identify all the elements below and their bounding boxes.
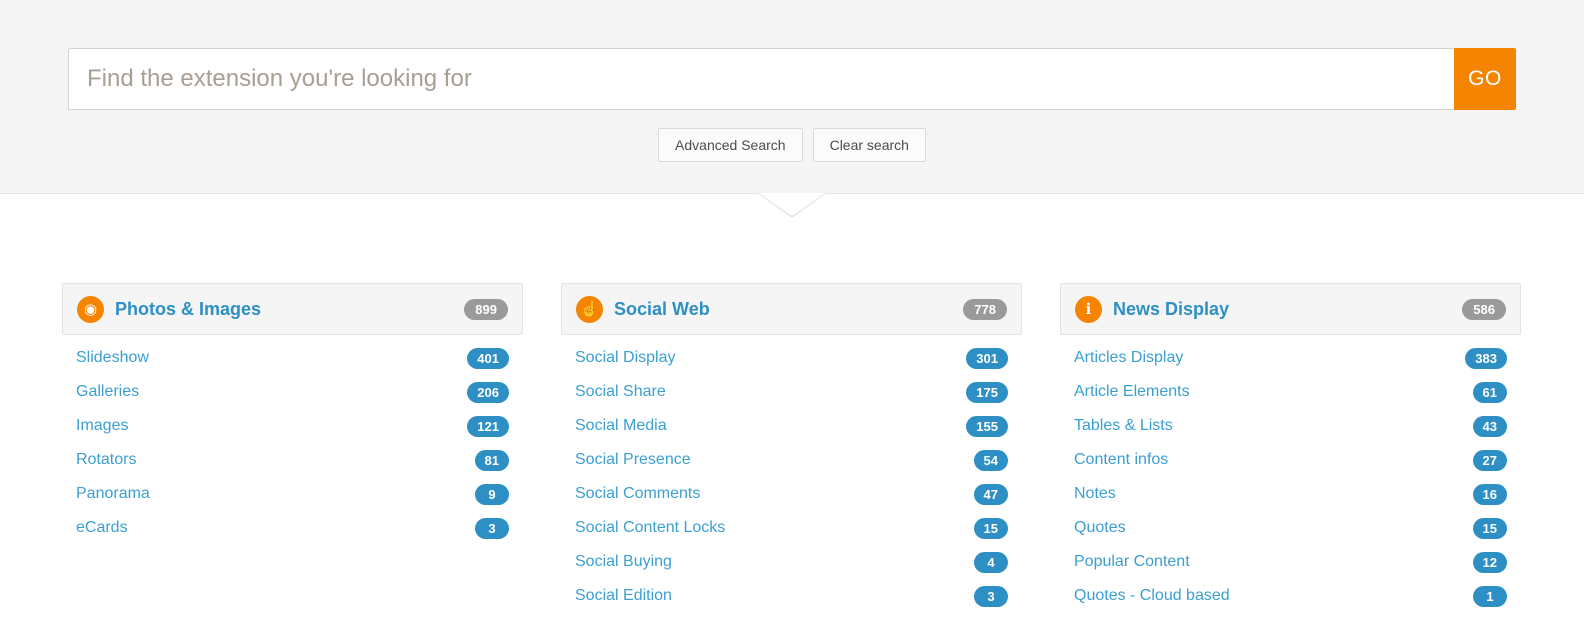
subcategory-label[interactable]: Images xyxy=(76,417,467,435)
subcategory-list: Articles Display 383 Article Elements 61… xyxy=(1060,341,1521,613)
subcategory-label[interactable]: Panorama xyxy=(76,485,475,503)
list-item[interactable]: Tables & Lists 43 xyxy=(1060,409,1521,443)
list-item[interactable]: Rotators 81 xyxy=(62,443,523,477)
subcategory-label[interactable]: Notes xyxy=(1074,485,1473,503)
subcategory-label[interactable]: Articles Display xyxy=(1074,349,1465,367)
subcategory-label[interactable]: Galleries xyxy=(76,383,467,401)
category-column-social-web: ☝ Social Web 778 Social Display 301 Soci… xyxy=(561,283,1022,613)
search-go-button[interactable]: GO xyxy=(1454,48,1516,110)
subcategory-count-badge: 54 xyxy=(973,449,1008,471)
subcategory-count-badge: 27 xyxy=(1472,449,1507,471)
subcategory-count-badge: 121 xyxy=(467,415,509,437)
list-item[interactable]: Social Buying 4 xyxy=(561,545,1022,579)
list-item[interactable]: Slideshow 401 xyxy=(62,341,523,375)
list-item[interactable]: Social Media 155 xyxy=(561,409,1022,443)
subcategory-label[interactable]: Social Presence xyxy=(575,451,974,469)
subcategory-label[interactable]: Popular Content xyxy=(1074,553,1473,571)
subcategory-count-badge: 15 xyxy=(1472,517,1507,539)
subcategory-count-badge: 3 xyxy=(475,517,509,539)
subcategory-label[interactable]: Article Elements xyxy=(1074,383,1473,401)
subcategory-list: Slideshow 401 Galleries 206 Images 121 R… xyxy=(62,341,523,545)
subcategory-label[interactable]: Social Media xyxy=(575,417,966,435)
subcategory-label[interactable]: Quotes - Cloud based xyxy=(1074,587,1473,605)
subcategory-count-badge: 206 xyxy=(467,381,509,403)
subcategory-label[interactable]: Social Comments xyxy=(575,485,974,503)
search-input[interactable] xyxy=(68,48,1454,110)
list-item[interactable]: Social Display 301 xyxy=(561,341,1022,375)
category-column-news-display: ℹ News Display 586 Articles Display 383 … xyxy=(1060,283,1521,613)
search-row: GO xyxy=(68,0,1516,110)
list-item[interactable]: Article Elements 61 xyxy=(1060,375,1521,409)
subcategory-count-badge: 175 xyxy=(966,381,1008,403)
subcategory-label[interactable]: Quotes xyxy=(1074,519,1473,537)
subcategory-label[interactable]: Content infos xyxy=(1074,451,1473,469)
subcategory-count-badge: 43 xyxy=(1472,415,1507,437)
list-item[interactable]: eCards 3 xyxy=(62,511,523,545)
subcategory-label[interactable]: Social Buying xyxy=(575,553,974,571)
list-item[interactable]: Social Edition 3 xyxy=(561,579,1022,613)
category-title[interactable]: Photos & Images xyxy=(115,299,464,320)
category-columns: ◉ Photos & Images 899 Slideshow 401 Gall… xyxy=(62,194,1522,613)
category-count-badge: 586 xyxy=(1462,298,1506,320)
subcategory-count-badge: 4 xyxy=(974,551,1008,573)
list-item[interactable]: Social Content Locks 15 xyxy=(561,511,1022,545)
list-item[interactable]: Social Share 175 xyxy=(561,375,1022,409)
list-item[interactable]: Panorama 9 xyxy=(62,477,523,511)
list-item[interactable]: Galleries 206 xyxy=(62,375,523,409)
subcategory-label[interactable]: eCards xyxy=(76,519,475,537)
category-header-photos-images[interactable]: ◉ Photos & Images 899 xyxy=(62,283,523,335)
subcategory-count-badge: 1 xyxy=(1473,585,1507,607)
subcategory-count-badge: 47 xyxy=(973,483,1008,505)
clear-search-button[interactable]: Clear search xyxy=(812,128,926,162)
subcategory-count-badge: 401 xyxy=(467,347,509,369)
subcategory-label[interactable]: Rotators xyxy=(76,451,475,469)
category-title[interactable]: Social Web xyxy=(614,299,963,320)
list-item[interactable]: Notes 16 xyxy=(1060,477,1521,511)
subcategory-label[interactable]: Social Display xyxy=(575,349,966,367)
list-item[interactable]: Quotes - Cloud based 1 xyxy=(1060,579,1521,613)
subcategory-count-badge: 3 xyxy=(974,585,1008,607)
camera-icon: ◉ xyxy=(77,295,104,323)
list-item[interactable]: Content infos 27 xyxy=(1060,443,1521,477)
search-actions: Advanced Search Clear search xyxy=(0,128,1584,162)
subcategory-count-badge: 81 xyxy=(474,449,509,471)
list-item[interactable]: Social Presence 54 xyxy=(561,443,1022,477)
search-band: GO Advanced Search Clear search xyxy=(0,0,1584,218)
subcategory-list: Social Display 301 Social Share 175 Soci… xyxy=(561,341,1022,613)
subcategory-label[interactable]: Social Edition xyxy=(575,587,974,605)
subcategory-label[interactable]: Tables & Lists xyxy=(1074,417,1473,435)
subcategory-count-badge: 301 xyxy=(966,347,1008,369)
subcategory-count-badge: 155 xyxy=(966,415,1008,437)
list-item[interactable]: Social Comments 47 xyxy=(561,477,1022,511)
category-header-social-web[interactable]: ☝ Social Web 778 xyxy=(561,283,1022,335)
subcategory-count-badge: 16 xyxy=(1472,483,1507,505)
advanced-search-button[interactable]: Advanced Search xyxy=(658,128,803,162)
band-arrow-icon xyxy=(759,193,825,216)
category-header-news-display[interactable]: ℹ News Display 586 xyxy=(1060,283,1521,335)
category-title[interactable]: News Display xyxy=(1113,299,1462,320)
thumbs-up-icon: ☝ xyxy=(576,295,603,323)
category-count-badge: 899 xyxy=(464,298,508,320)
category-count-badge: 778 xyxy=(963,298,1007,320)
subcategory-label[interactable]: Social Share xyxy=(575,383,966,401)
category-column-photos-images: ◉ Photos & Images 899 Slideshow 401 Gall… xyxy=(62,283,523,613)
list-item[interactable]: Popular Content 12 xyxy=(1060,545,1521,579)
subcategory-count-badge: 61 xyxy=(1472,381,1507,403)
list-item[interactable]: Quotes 15 xyxy=(1060,511,1521,545)
info-icon: ℹ xyxy=(1075,295,1102,323)
list-item[interactable]: Articles Display 383 xyxy=(1060,341,1521,375)
subcategory-count-badge: 15 xyxy=(973,517,1008,539)
subcategory-label[interactable]: Slideshow xyxy=(76,349,467,367)
subcategory-count-badge: 383 xyxy=(1465,347,1507,369)
list-item[interactable]: Images 121 xyxy=(62,409,523,443)
subcategory-count-badge: 9 xyxy=(475,483,509,505)
subcategory-label[interactable]: Social Content Locks xyxy=(575,519,974,537)
subcategory-count-badge: 12 xyxy=(1472,551,1507,573)
